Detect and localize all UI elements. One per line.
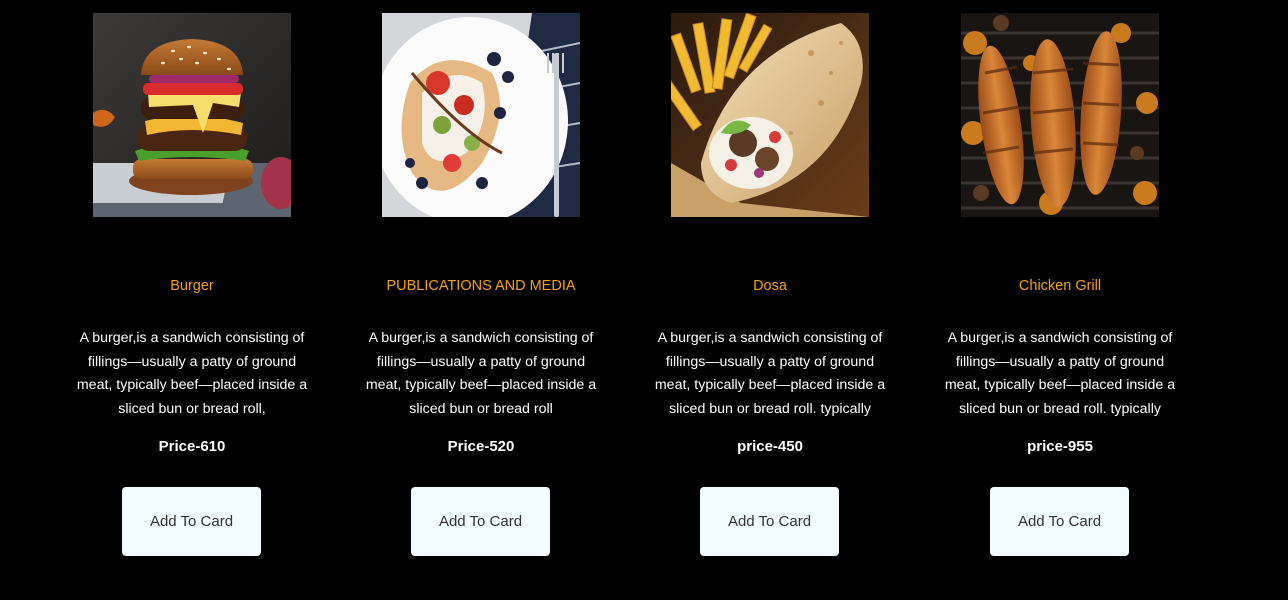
product-title: Chicken Grill <box>1018 278 1102 294</box>
product-description: A burger,is a sandwich consisting of fil… <box>935 327 1185 421</box>
plate-photo <box>382 13 580 217</box>
description-line: sliced bun or bread roll, <box>118 400 266 417</box>
dosa-photo <box>671 13 869 217</box>
description-line: meat, typically beef—placed inside a <box>365 377 597 394</box>
description-line: A burger,is a sandwich consisting of <box>947 330 1173 346</box>
chicken-grill-photo <box>961 13 1159 217</box>
product-price: Price-610 <box>158 438 226 455</box>
product-price: price-450 <box>737 438 803 455</box>
description-line: meat, typically beef—placed inside a <box>654 377 886 394</box>
description-line: fillings—usually a patty of ground <box>665 353 875 370</box>
description-line: A burger,is a sandwich consisting of <box>79 330 305 346</box>
add-to-card-button[interactable]: Add To Card <box>411 487 550 556</box>
product-title: Burger <box>170 278 214 294</box>
description-line: fillings—usually a patty of ground <box>955 353 1165 370</box>
description-line: A burger,is a sandwich consisting of <box>368 330 594 346</box>
description-line: A burger,is a sandwich consisting of <box>657 330 883 346</box>
burger-image <box>93 13 291 217</box>
product-title: PUBLICATIONS AND MEDIA <box>386 278 576 294</box>
product-price: price-955 <box>1027 438 1093 455</box>
product-card: Burger A burger,is a sandwich consisting… <box>67 0 317 600</box>
add-to-card-button[interactable]: Add To Card <box>122 487 261 556</box>
product-price: Price-520 <box>447 438 515 455</box>
product-description: A burger,is a sandwich consisting of fil… <box>67 327 317 421</box>
plate-image <box>382 13 580 217</box>
description-line: sliced bun or bread roll. typically <box>959 400 1161 417</box>
description-line: meat, typically beef—placed inside a <box>76 377 308 394</box>
product-title: Dosa <box>753 278 787 294</box>
product-card: Chicken Grill A burger,is a sandwich con… <box>935 0 1185 600</box>
product-description: A burger,is a sandwich consisting of fil… <box>356 327 606 421</box>
chicken-grill-image <box>961 13 1159 217</box>
description-line: meat, typically beef—placed inside a <box>944 377 1176 394</box>
dosa-image <box>671 13 869 217</box>
add-to-card-button[interactable]: Add To Card <box>700 487 839 556</box>
product-card: Dosa A burger,is a sandwich consisting o… <box>645 0 895 600</box>
description-line: sliced bun or bread roll. typically <box>669 400 871 417</box>
product-card: PUBLICATIONS AND MEDIA A burger,is a san… <box>356 0 606 600</box>
product-description: A burger,is a sandwich consisting of fil… <box>645 327 895 421</box>
product-grid: Burger A burger,is a sandwich consisting… <box>0 0 1288 600</box>
description-line: fillings—usually a patty of ground <box>376 353 586 370</box>
description-line: sliced bun or bread roll <box>409 400 553 417</box>
burger-photo <box>93 13 291 217</box>
description-line: fillings—usually a patty of ground <box>87 353 297 370</box>
add-to-card-button[interactable]: Add To Card <box>990 487 1129 556</box>
